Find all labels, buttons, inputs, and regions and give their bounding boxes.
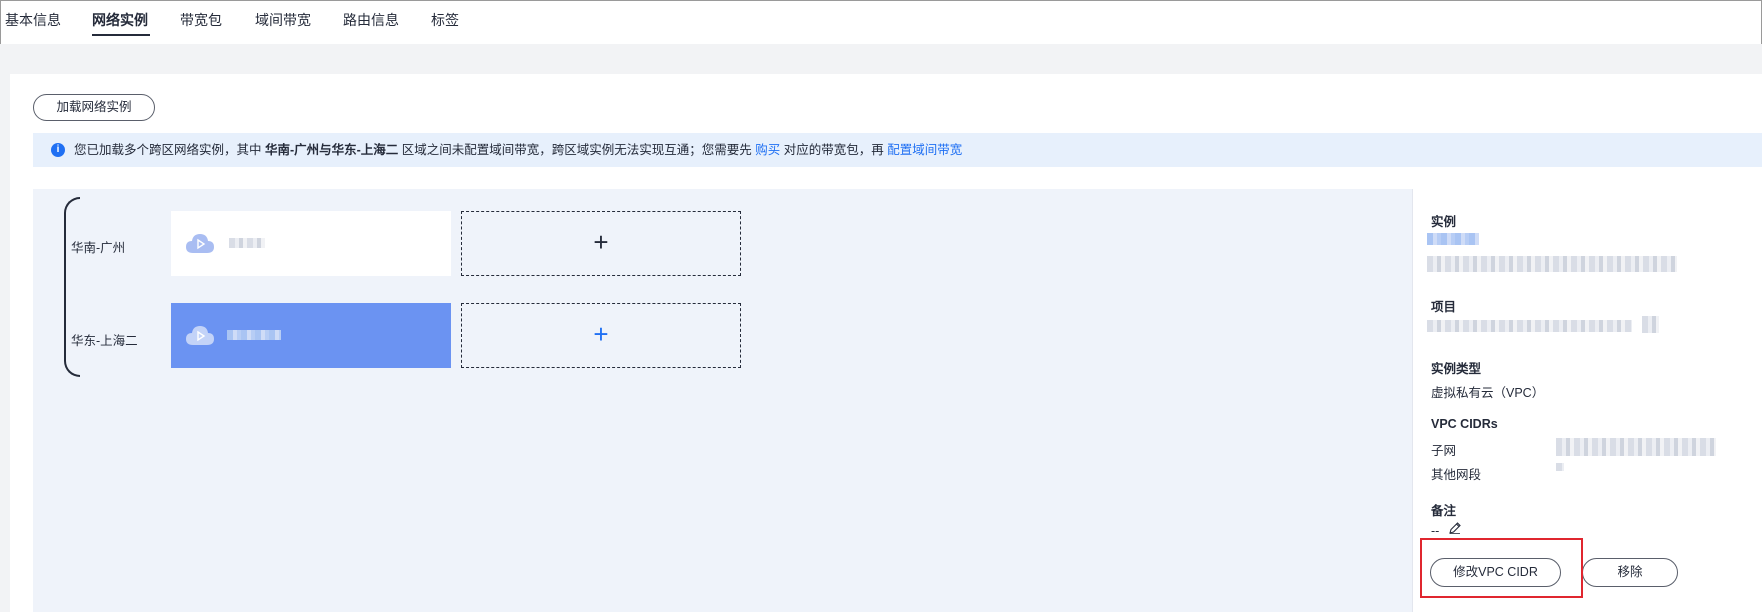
alert-prefix: 您已加载多个跨区网络实例，其中 xyxy=(74,143,265,157)
active-tab-indicator xyxy=(92,34,150,36)
tab-basic-info[interactable]: 基本信息 xyxy=(5,10,61,30)
alert-regions: 华南-广州与华东-上海二 xyxy=(264,143,399,157)
other-cidr-value-redacted xyxy=(1556,463,1564,471)
region-bracket xyxy=(64,197,80,377)
project-value-redacted xyxy=(1427,320,1632,332)
info-alert: i 您已加载多个跨区网络实例，其中 华南-广州与华东-上海二 区域之间未配置域间… xyxy=(33,133,1762,167)
instance-type-value: 虚拟私有云（VPC） xyxy=(1431,386,1545,400)
configure-bandwidth-link[interactable]: 配置域间带宽 xyxy=(887,143,962,157)
tab-bar: 基本信息 网络实例 带宽包 域间带宽 路由信息 标签 xyxy=(0,0,1762,44)
instance-name-redacted xyxy=(227,330,281,340)
other-cidr-label: 其他网段 xyxy=(1431,468,1482,482)
vpc-cidrs-label: VPC CIDRs xyxy=(1431,417,1498,431)
region-label-shanghai: 华东-上海二 xyxy=(71,334,138,348)
tab-tags[interactable]: 标签 xyxy=(431,10,459,30)
add-instance-guangzhou-button[interactable]: + xyxy=(461,211,741,276)
project-value-redacted-tail xyxy=(1642,316,1659,333)
alert-after-buy: 对应的带宽包，再 xyxy=(783,143,884,157)
subnet-value-redacted xyxy=(1556,438,1716,456)
instance-type-label: 实例类型 xyxy=(1431,362,1482,376)
load-network-instance-button[interactable]: 加载网络实例 xyxy=(33,94,155,121)
vpc-cloud-icon xyxy=(186,326,214,345)
section-gap-left xyxy=(0,44,10,612)
tab-route-info[interactable]: 路由信息 xyxy=(343,10,399,30)
vpc-cloud-icon xyxy=(186,234,214,253)
add-instance-shanghai-button[interactable]: + xyxy=(461,303,741,368)
tab-bandwidth-package[interactable]: 带宽包 xyxy=(180,10,222,30)
region-label-guangzhou: 华南-广州 xyxy=(71,241,126,255)
remark-value: -- xyxy=(1431,524,1440,538)
tab-inter-region-bandwidth[interactable]: 域间带宽 xyxy=(255,10,311,30)
highlight-box xyxy=(1420,538,1583,598)
remark-label: 备注 xyxy=(1431,504,1457,518)
section-gap xyxy=(0,44,1762,74)
alert-text: 您已加载多个跨区网络实例，其中 华南-广州与华东-上海二 区域之间未配置域间带宽… xyxy=(74,133,962,167)
instance-name-redacted xyxy=(229,238,265,248)
instance-id-redacted[interactable] xyxy=(1427,233,1479,245)
remove-button[interactable]: 移除 xyxy=(1582,558,1678,587)
tab-network-instances[interactable]: 网络实例 xyxy=(92,10,148,30)
instance-card-guangzhou[interactable] xyxy=(171,211,451,276)
instance-label: 实例 xyxy=(1431,215,1457,229)
instance-name-redacted xyxy=(1427,256,1677,272)
subnet-label: 子网 xyxy=(1431,444,1457,458)
instance-card-shanghai[interactable] xyxy=(171,303,451,368)
alert-middle: 区域之间未配置域间带宽，跨区域实例无法实现互通；您需要先 xyxy=(398,143,752,157)
buy-link[interactable]: 购买 xyxy=(755,143,780,157)
info-icon: i xyxy=(51,143,65,157)
edit-pencil-icon[interactable] xyxy=(1448,521,1462,535)
project-label: 项目 xyxy=(1431,300,1457,314)
